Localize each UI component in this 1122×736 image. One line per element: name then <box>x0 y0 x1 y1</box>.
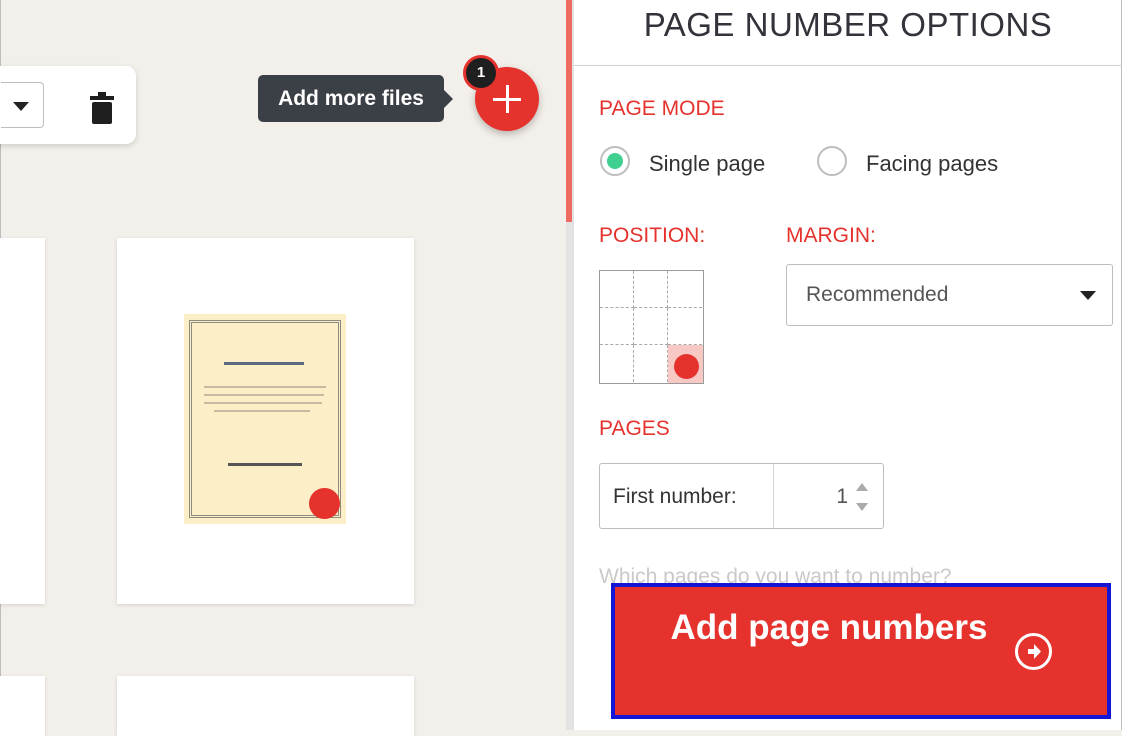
first-number-field: First number: 1 <box>599 463 884 529</box>
add-page-numbers-button[interactable]: Add page numbers <box>611 583 1111 719</box>
file-toolbar <box>0 66 136 144</box>
margin-dropdown[interactable]: Recommended <box>786 264 1113 326</box>
margin-value: Recommended <box>806 283 949 306</box>
facing-pages-label[interactable]: Facing pages <box>866 151 998 177</box>
position-middle-left[interactable] <box>600 308 634 345</box>
first-number-input[interactable]: 1 <box>774 464 848 530</box>
arrow-right-circle-icon <box>1015 633 1052 670</box>
thumbnail-text-line <box>204 386 326 388</box>
page-card-left-bottom[interactable] <box>0 676 45 736</box>
panel-title: PAGE NUMBER OPTIONS <box>574 0 1122 66</box>
sort-dropdown[interactable] <box>1 82 44 128</box>
page-mode-label: PAGE MODE <box>599 97 725 120</box>
single-page-label[interactable]: Single page <box>649 151 765 177</box>
panel-divider[interactable] <box>566 0 574 730</box>
position-top-center[interactable] <box>634 271 668 308</box>
position-bottom-center[interactable] <box>634 345 668 382</box>
margin-label: MARGIN: <box>786 224 876 247</box>
position-bottom-left[interactable] <box>600 345 634 382</box>
thumbnail-text-line <box>204 394 324 396</box>
thumbnail-text-line <box>204 402 322 404</box>
caret-down-icon <box>13 102 29 111</box>
file-count-badge: 1 <box>463 55 499 91</box>
thumbnail-title <box>224 362 304 365</box>
pages-label: PAGES <box>599 417 670 440</box>
thumbnail-signature <box>228 463 302 466</box>
decrement-arrow-icon[interactable] <box>856 503 868 511</box>
page-card-left-top[interactable] <box>0 238 45 604</box>
page-card-right-bottom[interactable] <box>117 676 414 736</box>
position-grid <box>599 270 704 384</box>
increment-arrow-icon[interactable] <box>856 483 868 491</box>
position-middle-right[interactable] <box>668 308 702 345</box>
page-card-selected[interactable] <box>117 238 414 604</box>
caret-down-icon <box>1080 291 1096 300</box>
single-page-radio[interactable] <box>600 146 630 176</box>
add-files-tooltip: Add more files <box>258 75 453 122</box>
scroll-indicator <box>566 0 572 222</box>
position-top-right[interactable] <box>668 271 702 308</box>
workspace: Add more files 1 <box>0 0 566 736</box>
first-number-label: First number: <box>613 485 737 508</box>
position-top-left[interactable] <box>600 271 634 308</box>
add-page-numbers-label: Add page numbers <box>670 608 988 647</box>
facing-pages-radio[interactable] <box>817 146 847 176</box>
position-label: POSITION: <box>599 224 706 247</box>
position-middle-center[interactable] <box>634 308 668 345</box>
thumbnail-text-line <box>214 410 310 412</box>
options-panel: PAGE NUMBER OPTIONS PAGE MODE Single pag… <box>574 0 1122 730</box>
selected-position-dot <box>674 354 699 379</box>
page-thumbnail <box>184 314 346 524</box>
page-number-position-marker <box>309 488 340 519</box>
trash-icon[interactable] <box>90 92 114 129</box>
